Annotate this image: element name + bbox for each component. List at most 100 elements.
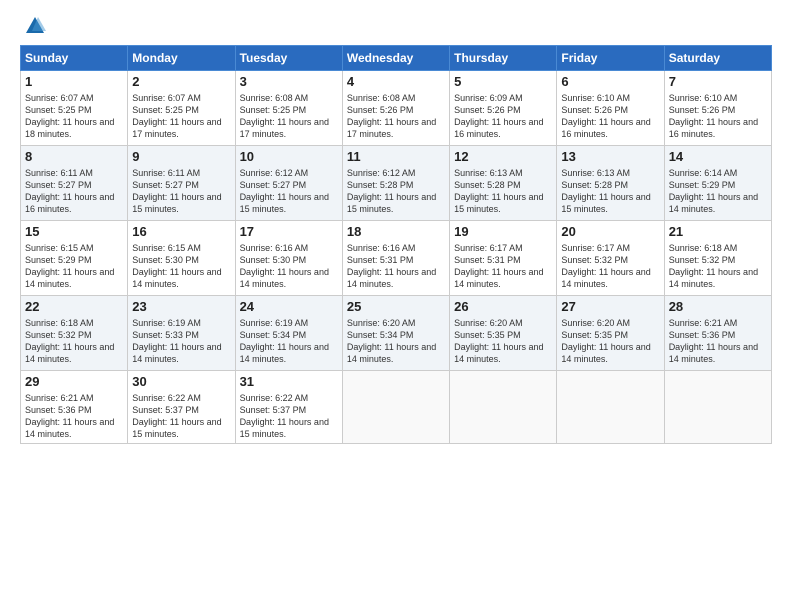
calendar-cell	[664, 371, 771, 444]
day-number: 9	[132, 149, 230, 166]
day-number: 2	[132, 74, 230, 91]
calendar-cell: 23Sunrise: 6:19 AMSunset: 5:33 PMDayligh…	[128, 296, 235, 371]
calendar-cell: 11Sunrise: 6:12 AMSunset: 5:28 PMDayligh…	[342, 146, 449, 221]
day-number: 12	[454, 149, 552, 166]
calendar-cell: 5Sunrise: 6:09 AMSunset: 5:26 PMDaylight…	[450, 71, 557, 146]
day-number: 18	[347, 224, 445, 241]
day-info: Sunrise: 6:11 AMSunset: 5:27 PMDaylight:…	[25, 167, 123, 216]
day-number: 25	[347, 299, 445, 316]
day-number: 11	[347, 149, 445, 166]
day-number: 6	[561, 74, 659, 91]
day-header: Thursday	[450, 46, 557, 71]
calendar-cell	[450, 371, 557, 444]
day-number: 30	[132, 374, 230, 391]
day-number: 20	[561, 224, 659, 241]
day-number: 27	[561, 299, 659, 316]
day-info: Sunrise: 6:12 AMSunset: 5:28 PMDaylight:…	[347, 167, 445, 216]
day-number: 31	[240, 374, 338, 391]
day-number: 16	[132, 224, 230, 241]
calendar-cell: 16Sunrise: 6:15 AMSunset: 5:30 PMDayligh…	[128, 221, 235, 296]
calendar-cell: 24Sunrise: 6:19 AMSunset: 5:34 PMDayligh…	[235, 296, 342, 371]
calendar-cell: 22Sunrise: 6:18 AMSunset: 5:32 PMDayligh…	[21, 296, 128, 371]
calendar-cell: 13Sunrise: 6:13 AMSunset: 5:28 PMDayligh…	[557, 146, 664, 221]
day-info: Sunrise: 6:08 AMSunset: 5:25 PMDaylight:…	[240, 92, 338, 141]
day-info: Sunrise: 6:07 AMSunset: 5:25 PMDaylight:…	[25, 92, 123, 141]
calendar-table: SundayMondayTuesdayWednesdayThursdayFrid…	[20, 45, 772, 444]
day-info: Sunrise: 6:18 AMSunset: 5:32 PMDaylight:…	[25, 317, 123, 366]
day-number: 8	[25, 149, 123, 166]
day-number: 29	[25, 374, 123, 391]
day-number: 4	[347, 74, 445, 91]
day-header: Tuesday	[235, 46, 342, 71]
calendar-cell: 26Sunrise: 6:20 AMSunset: 5:35 PMDayligh…	[450, 296, 557, 371]
calendar-cell: 19Sunrise: 6:17 AMSunset: 5:31 PMDayligh…	[450, 221, 557, 296]
calendar-cell: 28Sunrise: 6:21 AMSunset: 5:36 PMDayligh…	[664, 296, 771, 371]
day-number: 19	[454, 224, 552, 241]
day-number: 14	[669, 149, 767, 166]
day-header: Sunday	[21, 46, 128, 71]
calendar-cell: 21Sunrise: 6:18 AMSunset: 5:32 PMDayligh…	[664, 221, 771, 296]
day-number: 13	[561, 149, 659, 166]
calendar-cell: 29Sunrise: 6:21 AMSunset: 5:36 PMDayligh…	[21, 371, 128, 444]
day-number: 1	[25, 74, 123, 91]
calendar-cell: 15Sunrise: 6:15 AMSunset: 5:29 PMDayligh…	[21, 221, 128, 296]
day-number: 21	[669, 224, 767, 241]
day-number: 10	[240, 149, 338, 166]
calendar-cell: 4Sunrise: 6:08 AMSunset: 5:26 PMDaylight…	[342, 71, 449, 146]
day-number: 3	[240, 74, 338, 91]
calendar-cell: 17Sunrise: 6:16 AMSunset: 5:30 PMDayligh…	[235, 221, 342, 296]
day-info: Sunrise: 6:20 AMSunset: 5:35 PMDaylight:…	[454, 317, 552, 366]
calendar-cell: 7Sunrise: 6:10 AMSunset: 5:26 PMDaylight…	[664, 71, 771, 146]
day-info: Sunrise: 6:12 AMSunset: 5:27 PMDaylight:…	[240, 167, 338, 216]
logo	[20, 15, 46, 37]
day-info: Sunrise: 6:17 AMSunset: 5:32 PMDaylight:…	[561, 242, 659, 291]
calendar-cell: 9Sunrise: 6:11 AMSunset: 5:27 PMDaylight…	[128, 146, 235, 221]
page: SundayMondayTuesdayWednesdayThursdayFrid…	[0, 0, 792, 612]
day-header: Wednesday	[342, 46, 449, 71]
day-info: Sunrise: 6:22 AMSunset: 5:37 PMDaylight:…	[240, 392, 338, 441]
day-info: Sunrise: 6:16 AMSunset: 5:30 PMDaylight:…	[240, 242, 338, 291]
day-number: 7	[669, 74, 767, 91]
day-info: Sunrise: 6:17 AMSunset: 5:31 PMDaylight:…	[454, 242, 552, 291]
day-header: Saturday	[664, 46, 771, 71]
calendar-cell	[557, 371, 664, 444]
day-number: 15	[25, 224, 123, 241]
day-info: Sunrise: 6:19 AMSunset: 5:33 PMDaylight:…	[132, 317, 230, 366]
calendar-cell: 18Sunrise: 6:16 AMSunset: 5:31 PMDayligh…	[342, 221, 449, 296]
calendar-cell: 3Sunrise: 6:08 AMSunset: 5:25 PMDaylight…	[235, 71, 342, 146]
day-info: Sunrise: 6:21 AMSunset: 5:36 PMDaylight:…	[25, 392, 123, 441]
day-info: Sunrise: 6:20 AMSunset: 5:34 PMDaylight:…	[347, 317, 445, 366]
calendar-cell: 6Sunrise: 6:10 AMSunset: 5:26 PMDaylight…	[557, 71, 664, 146]
day-info: Sunrise: 6:13 AMSunset: 5:28 PMDaylight:…	[454, 167, 552, 216]
day-number: 17	[240, 224, 338, 241]
day-number: 26	[454, 299, 552, 316]
calendar-cell: 2Sunrise: 6:07 AMSunset: 5:25 PMDaylight…	[128, 71, 235, 146]
calendar-cell: 27Sunrise: 6:20 AMSunset: 5:35 PMDayligh…	[557, 296, 664, 371]
header	[20, 15, 772, 37]
day-info: Sunrise: 6:18 AMSunset: 5:32 PMDaylight:…	[669, 242, 767, 291]
day-info: Sunrise: 6:08 AMSunset: 5:26 PMDaylight:…	[347, 92, 445, 141]
logo-icon	[24, 15, 46, 37]
day-info: Sunrise: 6:20 AMSunset: 5:35 PMDaylight:…	[561, 317, 659, 366]
calendar-cell: 20Sunrise: 6:17 AMSunset: 5:32 PMDayligh…	[557, 221, 664, 296]
day-info: Sunrise: 6:22 AMSunset: 5:37 PMDaylight:…	[132, 392, 230, 441]
day-number: 23	[132, 299, 230, 316]
calendar-cell	[342, 371, 449, 444]
day-header: Monday	[128, 46, 235, 71]
day-info: Sunrise: 6:15 AMSunset: 5:30 PMDaylight:…	[132, 242, 230, 291]
day-header: Friday	[557, 46, 664, 71]
day-info: Sunrise: 6:13 AMSunset: 5:28 PMDaylight:…	[561, 167, 659, 216]
day-info: Sunrise: 6:19 AMSunset: 5:34 PMDaylight:…	[240, 317, 338, 366]
calendar-cell: 8Sunrise: 6:11 AMSunset: 5:27 PMDaylight…	[21, 146, 128, 221]
day-info: Sunrise: 6:10 AMSunset: 5:26 PMDaylight:…	[669, 92, 767, 141]
day-info: Sunrise: 6:07 AMSunset: 5:25 PMDaylight:…	[132, 92, 230, 141]
calendar-cell: 10Sunrise: 6:12 AMSunset: 5:27 PMDayligh…	[235, 146, 342, 221]
calendar-cell: 1Sunrise: 6:07 AMSunset: 5:25 PMDaylight…	[21, 71, 128, 146]
day-info: Sunrise: 6:14 AMSunset: 5:29 PMDaylight:…	[669, 167, 767, 216]
day-info: Sunrise: 6:16 AMSunset: 5:31 PMDaylight:…	[347, 242, 445, 291]
day-number: 5	[454, 74, 552, 91]
day-info: Sunrise: 6:09 AMSunset: 5:26 PMDaylight:…	[454, 92, 552, 141]
calendar-cell: 12Sunrise: 6:13 AMSunset: 5:28 PMDayligh…	[450, 146, 557, 221]
day-info: Sunrise: 6:15 AMSunset: 5:29 PMDaylight:…	[25, 242, 123, 291]
calendar-cell: 31Sunrise: 6:22 AMSunset: 5:37 PMDayligh…	[235, 371, 342, 444]
